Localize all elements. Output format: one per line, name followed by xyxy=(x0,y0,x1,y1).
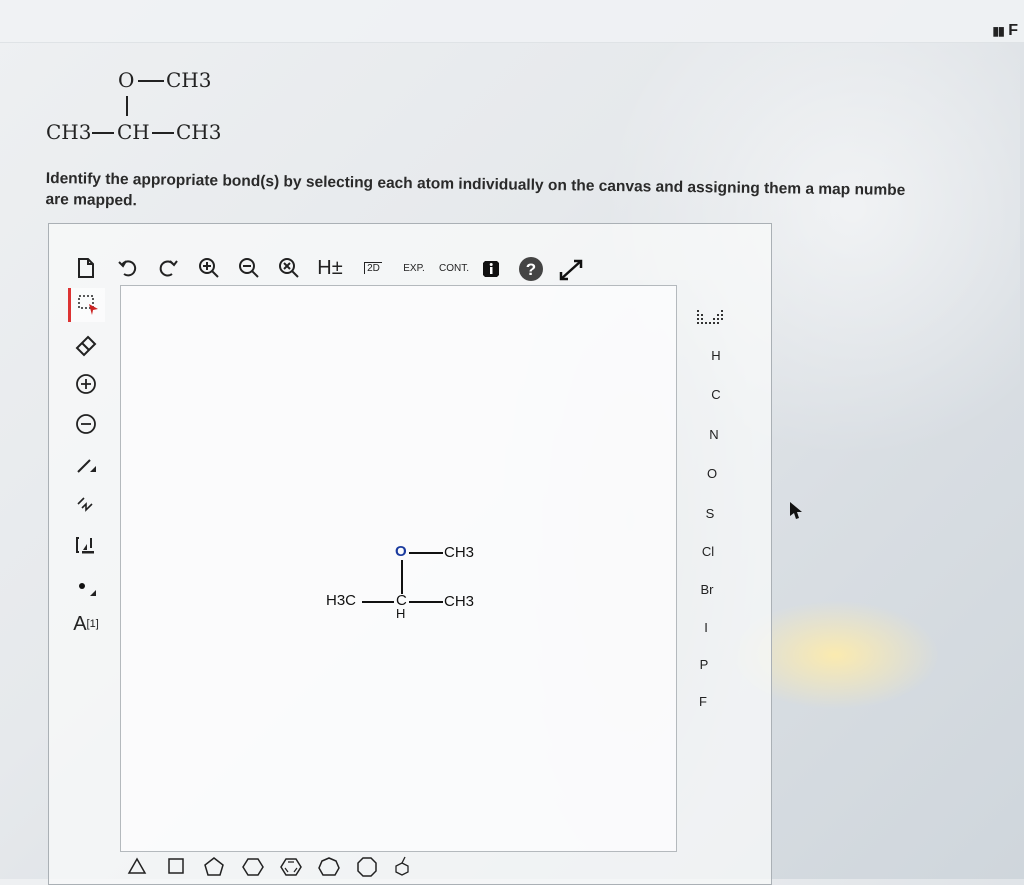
hydrogen-toggle-button[interactable]: H± xyxy=(314,254,346,282)
negative-charge-icon[interactable] xyxy=(66,406,106,442)
top-bar xyxy=(0,0,1024,43)
zoom-reset-icon[interactable] xyxy=(274,253,304,283)
element-i[interactable]: I xyxy=(686,620,726,635)
drawing-canvas[interactable] xyxy=(120,285,677,852)
help-icon[interactable]: ? xyxy=(518,256,544,282)
template-tool-icon[interactable] xyxy=(66,528,106,564)
cursor-arrow-icon xyxy=(790,502,802,519)
pentagon-ring-icon[interactable] xyxy=(203,856,225,878)
element-cl[interactable]: Cl xyxy=(688,544,728,559)
chain-tool-icon[interactable] xyxy=(66,488,106,524)
label-2d: 2D xyxy=(364,262,382,274)
structure-bond xyxy=(138,80,164,82)
octagon-ring-icon[interactable] xyxy=(356,856,378,878)
element-c[interactable]: C xyxy=(696,387,736,402)
atom-label-tool[interactable]: A [1] xyxy=(66,606,106,642)
element-n[interactable]: N xyxy=(694,427,734,442)
svg-text:?: ? xyxy=(526,260,536,279)
element-o[interactable]: O xyxy=(692,466,732,481)
structure-bond xyxy=(92,132,114,134)
redo-icon[interactable] xyxy=(154,254,182,282)
cont-label: CONT. xyxy=(439,262,469,274)
info-icon[interactable] xyxy=(480,258,502,280)
positive-charge-icon[interactable] xyxy=(66,366,106,402)
question-text: Identify the appropriate bond(s) by sele… xyxy=(45,168,1015,224)
element-s[interactable]: S xyxy=(690,506,730,521)
triangle-ring-icon[interactable] xyxy=(127,856,147,876)
zoom-out-icon[interactable] xyxy=(234,253,264,283)
structure-ch3-right: CH3 xyxy=(176,120,222,144)
clean-2d-button[interactable]: 2D xyxy=(358,254,388,282)
single-bond-icon[interactable] xyxy=(66,448,106,484)
element-br[interactable]: Br xyxy=(687,582,727,597)
fullscreen-icon[interactable] xyxy=(556,256,586,284)
heptagon-ring-icon[interactable] xyxy=(318,856,340,878)
eraser-icon[interactable] xyxy=(66,328,106,364)
exp-label: EXP. xyxy=(403,262,425,274)
square-ring-icon[interactable] xyxy=(166,856,186,876)
bond-c-ch3 xyxy=(409,601,443,603)
hexagon-ring-icon[interactable] xyxy=(242,856,264,878)
structure-ch3-left: CH3 xyxy=(46,120,92,144)
new-document-icon[interactable] xyxy=(72,254,100,282)
benzene-ring-icon[interactable] xyxy=(280,856,302,878)
bond-o-c xyxy=(401,560,403,594)
zoom-in-icon[interactable] xyxy=(194,253,224,283)
bond-o-ch3 xyxy=(409,552,443,554)
contract-button[interactable]: CONT. xyxy=(436,254,472,282)
undo-icon[interactable] xyxy=(114,254,142,282)
bars-icon: ▮▮ xyxy=(992,24,1005,38)
select-tool[interactable] xyxy=(68,288,105,322)
expand-button[interactable]: EXP. xyxy=(396,254,432,282)
periodic-table-icon[interactable] xyxy=(690,308,730,327)
atom-h3c[interactable]: H3C xyxy=(326,592,356,609)
corner-label: ▮▮ F xyxy=(992,22,1018,39)
structure-ch-center: CH xyxy=(117,120,150,144)
atom-label-superscript: [1] xyxy=(86,618,99,630)
atom-dot-icon[interactable] xyxy=(66,568,106,604)
atom-label-text: A xyxy=(73,612,87,635)
atom-ch3-top[interactable]: CH3 xyxy=(444,544,474,561)
structure-o: O xyxy=(118,68,135,92)
custom-ring-icon[interactable] xyxy=(392,856,414,878)
structure-bond xyxy=(152,132,174,134)
bond-h3c-c xyxy=(362,601,394,603)
atom-h[interactable]: H xyxy=(396,606,405,621)
element-p[interactable]: P xyxy=(684,657,724,672)
element-h[interactable]: H xyxy=(696,348,736,363)
atom-ch3-right[interactable]: CH3 xyxy=(444,593,474,610)
atom-o[interactable]: O xyxy=(395,543,407,560)
element-f[interactable]: F xyxy=(683,694,723,709)
structure-bond xyxy=(126,96,128,116)
structure-ch3-top: CH3 xyxy=(166,68,212,92)
